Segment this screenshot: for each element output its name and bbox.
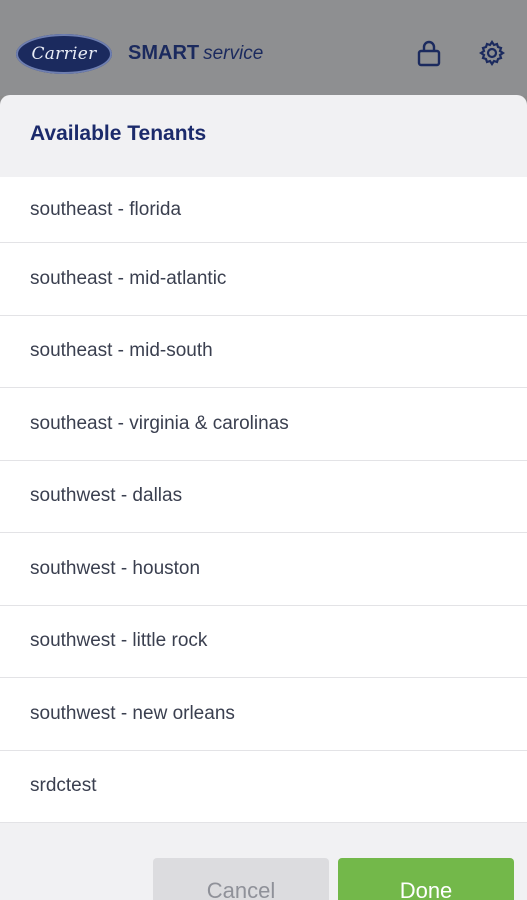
- tenant-item[interactable]: southwest - new orleans: [0, 678, 527, 751]
- tenant-list: southeast - florida southeast - mid-atlan…: [0, 177, 527, 823]
- tenant-item[interactable]: southwest - dallas: [0, 461, 527, 533]
- tenant-item[interactable]: southwest - houston: [0, 533, 527, 606]
- brand-smart: SMART: [128, 42, 200, 64]
- lock-icon[interactable]: [414, 38, 444, 68]
- brand-service: service: [203, 43, 264, 64]
- tenant-item[interactable]: southeast - florida: [0, 177, 527, 243]
- app-header: Carrier SMART service: [0, 0, 527, 96]
- logo-text: Carrier: [31, 44, 97, 64]
- tenant-item[interactable]: srdctest: [0, 751, 527, 823]
- tenant-item[interactable]: southeast - mid-south: [0, 316, 527, 388]
- tenant-item[interactable]: southeast - mid-atlantic: [0, 243, 527, 316]
- app-brand: SMART service: [128, 42, 263, 65]
- tenant-item[interactable]: southeast - virginia & carolinas: [0, 388, 527, 461]
- carrier-logo: Carrier: [16, 34, 112, 74]
- sheet-footer: Cancel Done: [0, 842, 527, 900]
- tenant-picker-sheet: Available Tenants southeast - florida sou…: [0, 95, 527, 900]
- cancel-button[interactable]: Cancel: [153, 858, 329, 900]
- tenant-item[interactable]: southwest - little rock: [0, 606, 527, 678]
- gear-icon[interactable]: [477, 38, 507, 68]
- sheet-title: Available Tenants: [30, 122, 207, 145]
- done-button[interactable]: Done: [338, 858, 514, 900]
